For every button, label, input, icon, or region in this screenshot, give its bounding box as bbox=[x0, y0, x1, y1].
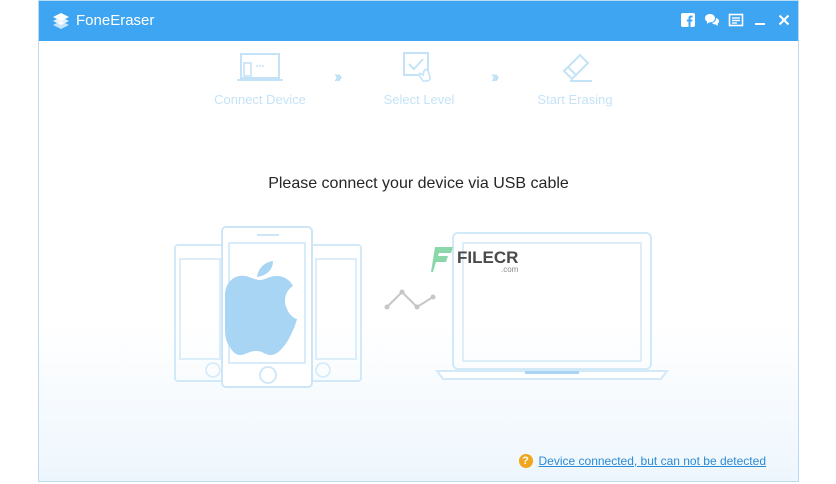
watermark: FILECR .com bbox=[431, 245, 518, 280]
phone-right-icon bbox=[310, 244, 362, 382]
watermark-suffix: .com bbox=[501, 265, 519, 274]
question-icon[interactable]: ? bbox=[518, 454, 533, 468]
help-row: ? Device connected, but can not be detec… bbox=[518, 453, 767, 469]
app-window: FoneEraser Connect Device ›› Select Leve… bbox=[38, 0, 799, 482]
connection-line-icon bbox=[384, 289, 436, 310]
filecr-logo-icon bbox=[431, 247, 453, 272]
phone-left-icon bbox=[174, 244, 226, 382]
device-not-detected-link[interactable]: Device connected, but can not be detecte… bbox=[539, 454, 767, 468]
device-connection-illustration bbox=[174, 226, 669, 388]
